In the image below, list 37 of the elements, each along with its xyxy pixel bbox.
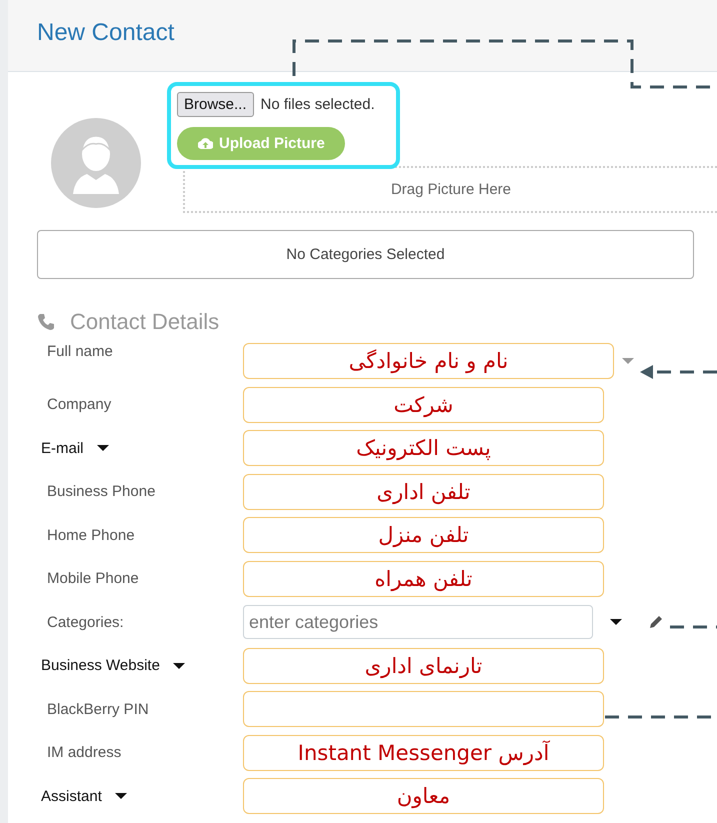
input-field[interactable]: تلفن منزل [243,517,604,553]
categories-field[interactable]: enter categories [243,605,593,639]
caret-icon[interactable] [172,662,185,668]
input-field[interactable]: معاون [243,778,604,814]
field-label: Business Phone [47,483,156,500]
categories-box[interactable]: No Categories Selected [37,230,694,279]
input-field[interactable]: تلفن همراه [243,560,604,596]
caret-icon[interactable] [610,619,622,625]
file-status: No files selected. [260,96,375,113]
field-type-dropdown[interactable]: Assistant [41,788,102,804]
section-title: Contact Details [70,309,220,335]
input-field[interactable]: پست الکترونیک [243,430,604,466]
field-label: IM address [47,744,122,761]
field-type-dropdown[interactable]: E-mail [41,440,84,456]
input-field[interactable] [243,691,604,727]
input-field[interactable]: تارنمای اداری [243,648,604,684]
browse-button[interactable]: Browse... [177,92,254,117]
input-field[interactable]: آدرس Instant Messenger [243,734,604,770]
field-label: Company [47,396,112,413]
field-type-dropdown[interactable]: Business Website [41,657,160,674]
input-field[interactable]: شرکت [243,386,604,422]
field-label: BlackBerry PIN [47,700,149,718]
phone-icon [37,313,55,331]
field-label: Full name [47,343,113,360]
page-title: New Contact [37,18,174,46]
input-field[interactable]: تلفن اداری [243,474,604,510]
caret-icon[interactable] [96,445,109,451]
input-field[interactable]: نام و نام خانوادگی [243,343,614,379]
cloud-upload-icon [198,138,213,149]
drop-zone[interactable]: Drag Picture Here [183,166,717,213]
field-label: Mobile Phone [47,570,139,587]
pencil-icon[interactable] [649,615,663,629]
field-label: Categories: [47,614,124,630]
field-label: Home Phone [47,526,135,544]
caret-icon[interactable] [114,793,127,799]
leader-line [670,626,717,628]
avatar-icon [51,118,141,208]
